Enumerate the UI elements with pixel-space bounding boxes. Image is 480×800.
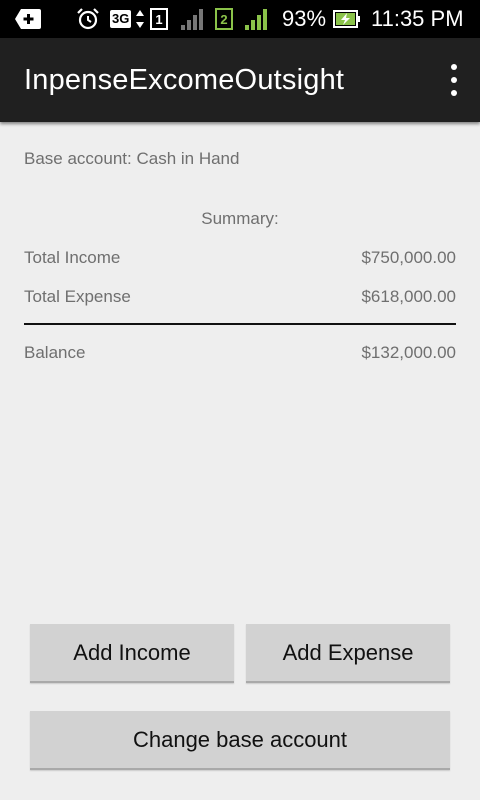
balance-label: Balance xyxy=(24,343,86,362)
add-income-button[interactable]: Add Income xyxy=(30,624,234,683)
total-income-row: Total Income $750,000.00 xyxy=(24,248,456,268)
summary-title: Summary: xyxy=(201,209,279,228)
balance-value: $132,000.00 xyxy=(361,343,456,362)
change-base-account-button[interactable]: Change base account xyxy=(30,711,450,770)
signal-icon xyxy=(244,0,270,38)
overflow-menu-icon[interactable] xyxy=(442,64,466,96)
total-income-value: $750,000.00 xyxy=(361,248,456,267)
battery-charging-icon xyxy=(333,0,361,38)
app-title: InpenseExcomeOutsight xyxy=(24,64,345,96)
battery-percent: 93% xyxy=(282,6,327,31)
total-income-label: Total Income xyxy=(24,248,121,267)
signal-icon xyxy=(180,0,206,38)
alarm-icon xyxy=(76,0,100,38)
total-expense-row: Total Expense $618,000.00 xyxy=(24,287,456,307)
action-bar: InpenseExcomeOutsight xyxy=(0,38,480,122)
add-expense-button[interactable]: Add Expense xyxy=(246,624,450,683)
sim1-icon: 1 xyxy=(150,0,168,38)
base-account-label: Base account: Cash in Hand xyxy=(24,149,240,168)
network-type-badge: 3G xyxy=(110,10,132,28)
notification-plus-icon xyxy=(14,0,42,38)
sim2-icon: 2 xyxy=(215,0,233,38)
status-bar: 3G 1 2 93% 11:35 PM xyxy=(0,0,480,38)
summary-divider xyxy=(24,323,456,325)
total-expense-label: Total Expense xyxy=(24,287,131,306)
balance-row: Balance $132,000.00 xyxy=(24,343,456,363)
total-expense-value: $618,000.00 xyxy=(361,287,456,306)
status-time: 11:35 PM xyxy=(371,6,464,31)
data-arrows-icon xyxy=(135,0,145,38)
